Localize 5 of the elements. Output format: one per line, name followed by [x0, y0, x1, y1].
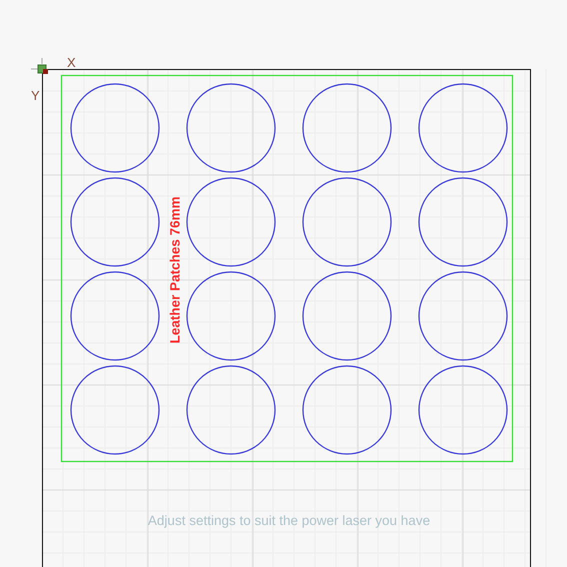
- shape-text: Leather Patches 76mm: [168, 196, 182, 344]
- axis-label: Y: [31, 89, 40, 102]
- axis-label: X: [67, 56, 76, 69]
- canvas-caption: Adjust settings to suit the power laser you have: [148, 514, 430, 528]
- origin-marker-icon: [30, 58, 48, 74]
